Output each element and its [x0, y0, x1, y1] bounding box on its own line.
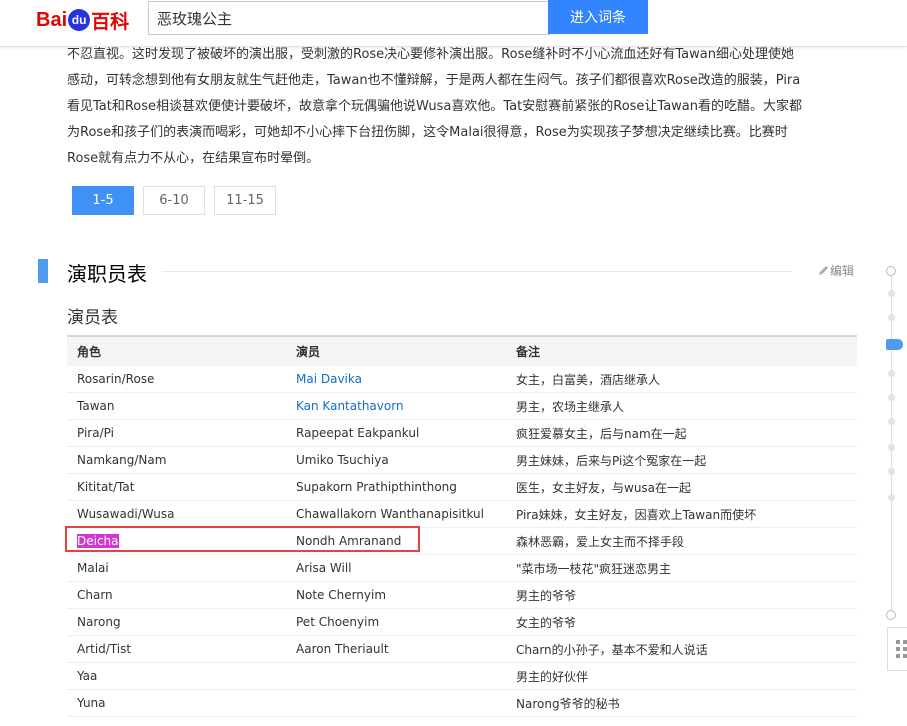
header-role: 角色	[67, 335, 286, 366]
cell-note: 疯狂爱慕女主，后与nam在一起	[506, 419, 857, 447]
plot-line: 为Rose和孩子们的表演而喝彩，可她却不小心摔下台扭伤脚，这令Malai很得意，…	[67, 125, 788, 140]
cell-actor: Note Chernyim	[286, 581, 506, 609]
table-row: Yaa 男主的好伙伴	[67, 662, 857, 690]
plot-line: Rose就有点力不从心，在结果宣布时晕倒。	[67, 151, 320, 166]
plot-line: 感动，可转念想到他有女朋友就生气赶他走，Tawan也不懂辩解，于是两人都在生闷气…	[67, 73, 801, 88]
cell-note: 男主的爷爷	[506, 581, 857, 609]
table-row: Wusawadi/Wusa Chawallakorn Wanthanapisit…	[67, 500, 857, 528]
cell-role: Rosarin/Rose	[67, 366, 286, 393]
edit-label: 编辑	[830, 264, 855, 278]
nav-dot[interactable]	[888, 494, 895, 501]
nav-dot[interactable]	[888, 314, 895, 321]
table-row: Rosarin/Rose Mai Davika 女主，白富美，酒店继承人	[67, 366, 857, 393]
nav-dot[interactable]	[888, 444, 895, 451]
cast-table-title: 演员表	[67, 308, 118, 328]
page-button-1-5[interactable]: 1-5	[72, 186, 134, 215]
nav-dot[interactable]	[888, 290, 895, 297]
cell-note: 医生，女主好友，与wusa在一起	[506, 473, 857, 501]
page-button-6-10[interactable]: 6-10	[143, 186, 205, 215]
section-marker	[38, 259, 48, 283]
cell-role: Yaa	[67, 662, 286, 690]
cell-note: "菜市场一枝花"疯狂迷恋男主	[506, 554, 857, 582]
pencil-icon	[819, 266, 828, 275]
nav-current-marker[interactable]	[886, 339, 903, 350]
table-row: Malai Arisa Will "菜市场一枝花"疯狂迷恋男主	[67, 554, 857, 582]
cell-note: 男主的好伙伴	[506, 662, 857, 690]
enter-entry-button[interactable]: 进入词条	[548, 0, 648, 34]
table-row: Narong Pet Choenyim 女主的爷爷	[67, 608, 857, 636]
table-row: Tawan Kan Kantathavorn 男主，农场主继承人	[67, 392, 857, 420]
cell-actor: Aaron Theriault	[286, 635, 506, 663]
cell-role: Malai	[67, 554, 286, 582]
table-row: Kititat/Tat Supakorn Prathipthinthong 医生…	[67, 473, 857, 501]
table-row: Pira/Pi Rapeepat Eakpankul 疯狂爱慕女主，后与nam在…	[67, 419, 857, 447]
logo-baike: 百科	[91, 11, 130, 33]
table-row: Yuna Narong爷爷的秘书	[67, 689, 857, 717]
table-row: Artid/Tist Aaron Theriault Charn的小孙子，基本不…	[67, 635, 857, 663]
header-note: 备注	[506, 335, 857, 366]
actor-link[interactable]: Kan Kantathavorn	[286, 392, 506, 420]
top-bar: Bai du 百科 进入词条	[0, 0, 907, 47]
cell-role: Pira/Pi	[67, 419, 286, 447]
cell-role: Charn	[67, 581, 286, 609]
table-row: Namkang/Nam Umiko Tsuchiya 男主妹妹，后来与Pi这个冤…	[67, 446, 857, 474]
episode-pagination: 1-5 6-10 11-15	[72, 186, 276, 215]
baidu-baike-logo[interactable]: Bai du 百科	[36, 6, 129, 34]
cell-note: 男主，农场主继承人	[506, 392, 857, 420]
cell-actor: Supakorn Prathipthinthong	[286, 473, 506, 501]
section-title: 演职员表	[67, 262, 147, 286]
table-row: Charn Note Chernyim 男主的爷爷	[67, 581, 857, 609]
nav-dot[interactable]	[888, 394, 895, 401]
search-input[interactable]	[148, 1, 550, 35]
grid-icon[interactable]	[887, 627, 907, 671]
cell-note: Narong爷爷的秘书	[506, 689, 857, 717]
plot-paragraph: 不忍直视。这时发现了被破坏的演出服，受刺激的Rose决心要修补演出服。Rose缝…	[67, 42, 857, 172]
cell-actor: Arisa Will	[286, 554, 506, 582]
plot-line: 看见Tat和Rose相谈甚欢便使计要破坏，故意拿个玩偶骗他说Wusa喜欢他。Ta…	[67, 99, 803, 114]
nav-dot-bottom[interactable]	[886, 610, 896, 620]
header-actor: 演员	[286, 335, 506, 366]
cell-note: Pira妹妹，女主好友，因喜欢上Tawan而使坏	[506, 500, 857, 528]
highlight-box	[65, 526, 420, 552]
cell-role: Wusawadi/Wusa	[67, 500, 286, 528]
cell-note: Charn的小孙子，基本不爱和人说话	[506, 635, 857, 663]
cell-actor: Pet Choenyim	[286, 608, 506, 636]
logo-bai: Bai	[36, 8, 68, 31]
section-divider	[162, 271, 792, 272]
cell-actor: Chawallakorn Wanthanapisitkul	[286, 500, 506, 528]
page-button-11-15[interactable]: 11-15	[214, 186, 276, 215]
cell-note: 女主的爷爷	[506, 608, 857, 636]
cell-role: Kititat/Tat	[67, 473, 286, 501]
actor-link[interactable]: Mai Davika	[286, 366, 506, 393]
edit-link[interactable]: 编辑	[818, 262, 854, 279]
cell-role: Narong	[67, 608, 286, 636]
cell-role: Yuna	[67, 689, 286, 717]
cell-actor: Umiko Tsuchiya	[286, 446, 506, 474]
nav-dot[interactable]	[888, 418, 895, 425]
nav-dot-top[interactable]	[886, 266, 896, 276]
cell-role: Artid/Tist	[67, 635, 286, 663]
paw-icon: du	[68, 9, 91, 31]
cell-role: Namkang/Nam	[67, 446, 286, 474]
cell-actor	[286, 662, 506, 690]
cell-role: Tawan	[67, 392, 286, 420]
cell-actor	[286, 689, 506, 717]
nav-dot[interactable]	[888, 468, 895, 475]
cell-note: 男主妹妹，后来与Pi这个冤家在一起	[506, 446, 857, 474]
nav-dot[interactable]	[888, 370, 895, 377]
cell-note: 森林恶霸，爱上女主而不择手段	[506, 527, 857, 555]
table-header-row: 角色 演员 备注	[67, 335, 857, 366]
cell-actor: Rapeepat Eakpankul	[286, 419, 506, 447]
cell-note: 女主，白富美，酒店继承人	[506, 366, 857, 393]
